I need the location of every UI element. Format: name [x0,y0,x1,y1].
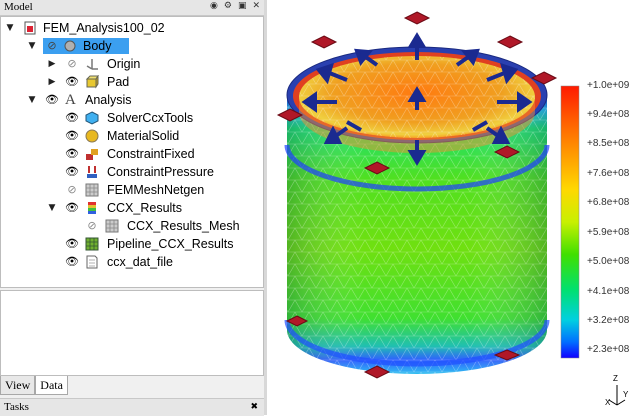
tree-label: Analysis [85,93,132,107]
legend-label: +6.8e+08 [587,197,630,208]
close-button[interactable]: ✕ [252,1,260,11]
model-panel-title: Model [4,1,33,13]
tab-view[interactable]: View [0,376,36,395]
tree-item-pipeline[interactable]: 👁 Pipeline_CCX_Results [1,235,261,253]
legend-label: +1.0e+09 [587,80,630,91]
legend-label: +8.5e+08 [587,138,630,149]
mesh-icon [85,183,99,197]
tree-label: FEM_Analysis100_02 [43,21,165,35]
collapse-arrow-icon[interactable]: ▼ [27,91,37,109]
file-icon [86,255,98,269]
legend-label: +7.6e+08 [587,168,630,179]
visibility-icon[interactable]: 👁 [65,199,79,217]
constraint-pressure-icon [87,166,97,178]
constraint-fixed-icon [86,149,98,160]
visibility-icon[interactable]: 👁 [65,73,79,91]
results-icon [88,202,96,214]
tree-label: Pad [107,75,130,89]
axis-z-label: Z [613,374,618,383]
tree-item-pad[interactable]: ▶ 👁 Pad [1,73,261,91]
legend-label: +4.1e+08 [587,286,630,297]
body-icon [64,40,76,52]
3d-view[interactable]: +1.0e+09 +9.4e+08 +8.5e+08 +7.6e+08 +6.8… [267,0,633,415]
visibility-hidden-icon[interactable]: ⊘ [65,55,79,73]
material-icon [85,129,99,143]
tree-label: CCX_Results [107,201,183,215]
visibility-icon[interactable]: 👁 [65,163,79,181]
tree-item-document[interactable]: ▼ FEM_Analysis100_02 [1,19,261,37]
dock-button[interactable]: ▣ [238,1,247,11]
tree-item-analysis[interactable]: ▼ 👁 A Analysis [1,91,261,109]
pipeline-icon [85,237,99,251]
tree-item-constraint-fixed[interactable]: 👁 ConstraintFixed [1,145,261,163]
tree-label: FEMMeshNetgen [107,183,205,197]
analysis-icon: A [65,92,76,108]
left-panel: Model ◉ ⚙ ▣ ✕ ▼ FEM_Analysis100_02 ▼ ⊘ B… [0,0,264,416]
legend-label: +5.9e+08 [587,227,630,238]
origin-icon [86,59,98,70]
legend-label: +9.4e+08 [587,109,630,120]
property-panel [0,290,264,376]
tree-label: ConstraintPressure [107,165,214,179]
visibility-icon[interactable]: 👁 [65,235,79,253]
tree-item-ccx-results-mesh[interactable]: ⊘ CCX_Results_Mesh [1,217,261,235]
tree-label: ConstraintFixed [107,147,195,161]
visibility-icon[interactable]: 👁 [65,109,79,127]
panel-tabs: View Data [0,376,68,396]
tree-item-dat-file[interactable]: 👁 ccx_dat_file [1,253,261,271]
tree-item-mesh-netgen[interactable]: ⊘ FEMMeshNetgen [1,181,261,199]
tree-item-material[interactable]: 👁 MaterialSolid [1,127,261,145]
fem-result-render [276,11,626,406]
tasks-close-icon[interactable]: ✖ [250,399,258,415]
tree-label: SolverCcxTools [107,111,194,125]
legend-label: +2.3e+08 [587,344,630,355]
expand-arrow-icon[interactable]: ▶ [47,55,57,73]
pad-icon [85,75,99,89]
visibility-icon[interactable]: 👁 [65,253,79,271]
collapse-arrow-icon[interactable]: ▼ [5,19,15,37]
model-tree: ▼ FEM_Analysis100_02 ▼ ⊘ Body ▶ ⊘ Origin… [0,16,264,288]
collapse-arrow-icon[interactable]: ▼ [47,199,57,217]
tree-item-ccx-results[interactable]: ▼ 👁 CCX_Results [1,199,261,217]
tree-label: ccx_dat_file [107,255,174,269]
tasks-panel-header: Tasks ✖ [0,398,264,416]
expand-arrow-icon[interactable]: ▶ [47,73,57,91]
settings-button[interactable]: ⚙ [224,1,232,11]
tree-item-constraint-pressure[interactable]: 👁 ConstraintPressure [1,163,261,181]
visibility-icon[interactable]: 👁 [65,145,79,163]
tree-label: CCX_Results_Mesh [127,219,240,233]
document-icon [24,21,36,35]
tab-data[interactable]: Data [35,376,68,395]
tree-label: Origin [107,57,141,71]
float-button[interactable]: ◉ [210,1,218,11]
tree-label: Body [83,39,112,53]
tree-label: MaterialSolid [107,129,180,143]
visibility-icon[interactable]: 👁 [65,127,79,145]
tree-label: Pipeline_CCX_Results [107,237,234,251]
mesh-icon [105,219,119,233]
tasks-panel-title: Tasks [4,401,29,413]
axis-x-label: X [605,398,611,407]
model-panel-header: Model ◉ ⚙ ▣ ✕ [0,0,264,16]
tree-item-solver[interactable]: 👁 SolverCcxTools [1,109,261,127]
visibility-hidden-icon[interactable]: ⊘ [85,217,99,235]
collapse-arrow-icon[interactable]: ▼ [27,37,37,55]
tree-item-origin[interactable]: ▶ ⊘ Origin [1,55,261,73]
axis-y-label: Y [623,390,629,399]
visibility-hidden-icon[interactable]: ⊘ [45,37,59,55]
visibility-icon[interactable]: 👁 [45,91,59,109]
legend-bar [560,85,580,359]
tree-item-body[interactable]: ▼ ⊘ Body [1,37,261,55]
visibility-hidden-icon[interactable]: ⊘ [65,181,79,199]
solver-icon [85,111,99,125]
legend-label: +3.2e+08 [587,315,630,326]
legend-label: +5.0e+08 [587,256,630,267]
